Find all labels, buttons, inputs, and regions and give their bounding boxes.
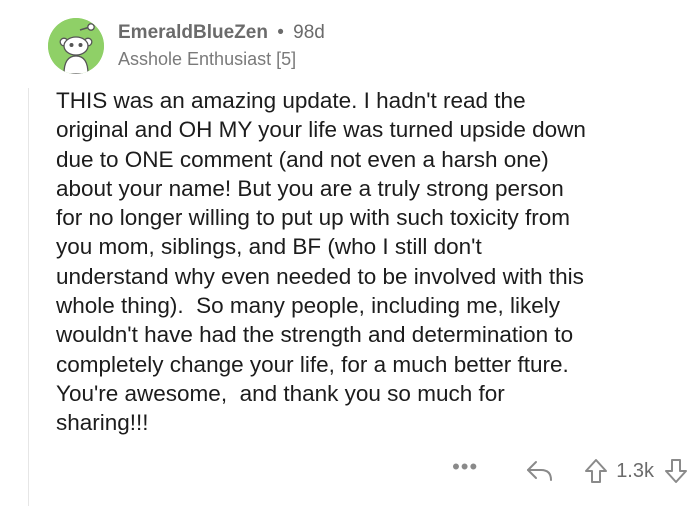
vote-score: 1.3k [616,459,654,482]
more-options-button[interactable]: ••• [452,456,478,486]
downvote-arrow-icon[interactable] [664,458,688,484]
comment-age: 98d [293,22,325,43]
comment-body: THIS was an amazing update. I hadn't rea… [56,88,586,436]
meta-row: EmeraldBlueZen • 98d [118,20,325,46]
comment-meta: EmeraldBlueZen • 98d Asshole Enthusiast … [118,20,325,72]
snoo-avatar-icon[interactable] [48,18,104,74]
upvote-arrow-icon[interactable] [584,458,608,484]
separator-dot: • [277,22,284,43]
user-flair: Asshole Enthusiast [5] [118,49,297,69]
comment-actions: ••• 1.3k [452,455,688,487]
thread-line [28,88,29,506]
reply-arrow-icon[interactable] [526,459,554,483]
comment-header: EmeraldBlueZen • 98d Asshole Enthusiast … [48,16,325,76]
username[interactable]: EmeraldBlueZen [118,22,268,43]
